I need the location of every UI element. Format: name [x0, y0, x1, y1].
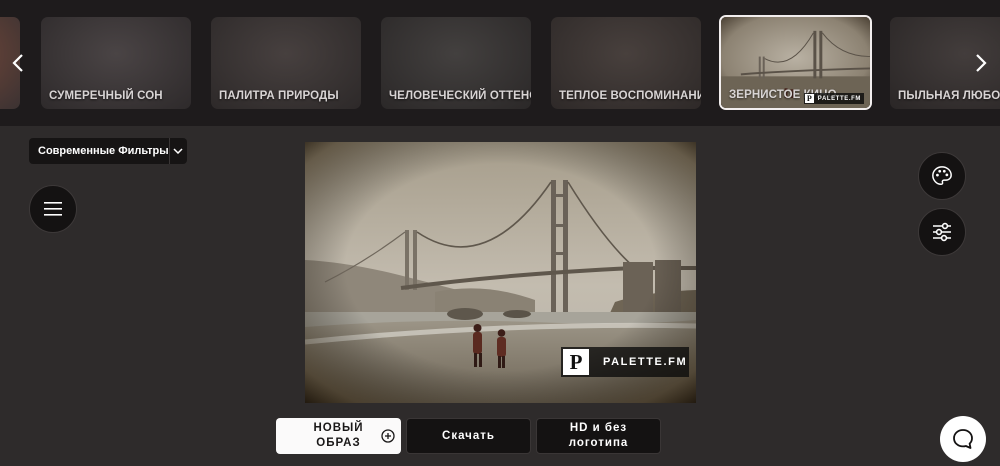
- filter-thumb-label: ТЕПЛОЕ ВОСПОМИНАНИЕ: [559, 90, 701, 102]
- hd-no-logo-button[interactable]: HD и без логотипа: [536, 418, 661, 454]
- thumb-watermark-text: PALETTE.FM: [817, 95, 861, 102]
- filter-thumb-sumerechny-son[interactable]: СУМЕРЕЧНЫЙ СОН: [41, 17, 191, 109]
- filter-thumb-zernistoe-kino[interactable]: ЗЕРНИСТОЕ КИНО P PALETTE.FM: [719, 15, 872, 110]
- filter-strip: СУМЕРЕЧНЫЙ СОН ПАЛИТРА ПРИРОДЫ ЧЕЛОВЕЧЕС…: [0, 0, 1000, 126]
- menu-button[interactable]: [29, 185, 77, 233]
- filter-thumb-teploe-vospominanie[interactable]: ТЕПЛОЕ ВОСПОМИНАНИЕ: [551, 17, 701, 109]
- new-look-button[interactable]: НОВЫЙ ОБРАЗ: [276, 418, 401, 454]
- watermark-logo: P: [563, 349, 589, 375]
- watermark-text: PALETTE.FM: [603, 356, 688, 368]
- filter-category-dropdown[interactable]: Современные Фильтры: [29, 138, 187, 164]
- menu-icon: [44, 202, 62, 216]
- filter-thumb-palitra-prirody[interactable]: ПАЛИТРА ПРИРОДЫ: [211, 17, 361, 109]
- adjust-settings-button[interactable]: [918, 208, 966, 256]
- app: СУМЕРЕЧНЫЙ СОН ПАЛИТРА ПРИРОДЫ ЧЕЛОВЕЧЕС…: [0, 0, 1000, 466]
- plus-circle-icon: [381, 429, 395, 443]
- download-button[interactable]: Скачать: [406, 418, 531, 454]
- result-photo: P PALETTE.FM: [305, 142, 696, 403]
- new-look-label: НОВЫЙ ОБРАЗ: [313, 422, 364, 449]
- palette-icon: [932, 166, 952, 185]
- chevron-right-icon: [976, 54, 987, 72]
- dropdown-label: Современные Фильтры: [38, 145, 169, 157]
- filter-thumb-label: СУМЕРЕЧНЫЙ СОН: [49, 90, 163, 102]
- thumb-watermark-logo: P: [804, 94, 814, 103]
- thumb-watermark: P PALETTE.FM: [803, 93, 864, 104]
- filter-thumb-label: ПАЛИТРА ПРИРОДЫ: [219, 90, 339, 102]
- chat-button[interactable]: [940, 416, 986, 462]
- chat-icon: [953, 429, 973, 449]
- palette-watermark: P PALETTE.FM: [561, 347, 689, 377]
- filter-thumb-label: ПЫЛЬНАЯ ЛЮБОВЬ: [898, 90, 1000, 102]
- filter-thumb-label: ЧЕЛОВЕЧЕСКИЙ ОТТЕНОК: [389, 90, 531, 102]
- chevron-down-icon: [169, 138, 187, 164]
- prev-filter-button[interactable]: [3, 46, 33, 80]
- next-filter-button[interactable]: [966, 46, 996, 80]
- hd-label: HD и без логотипа: [568, 422, 629, 449]
- filter-thumb-chelovechesky-ottenok[interactable]: ЧЕЛОВЕЧЕСКИЙ ОТТЕНОК: [381, 17, 531, 109]
- download-label: Скачать: [442, 429, 495, 442]
- palette-button[interactable]: [918, 152, 966, 200]
- chevron-left-icon: [12, 54, 23, 72]
- sliders-icon: [933, 222, 951, 242]
